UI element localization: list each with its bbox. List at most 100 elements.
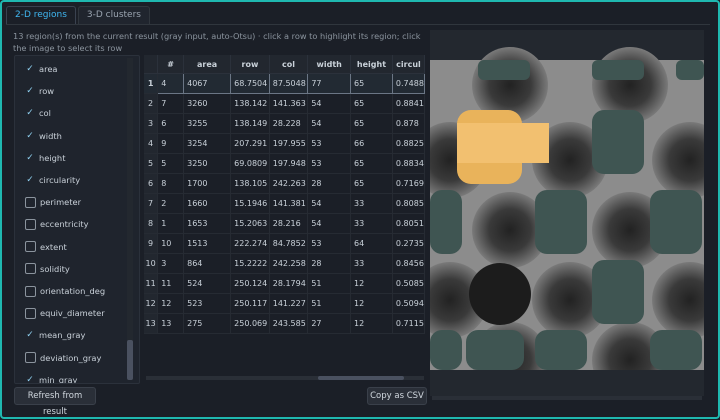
checkmark-icon[interactable]: ✓ [25, 86, 35, 96]
table-cell[interactable]: 28.228 [269, 113, 309, 134]
column-toggle-equiv-diameter[interactable]: equiv_diameter [25, 304, 105, 322]
table-cell[interactable]: 250.069 [230, 313, 270, 334]
table-cell[interactable]: 65 [350, 73, 393, 94]
column-toggle-min-gray[interactable]: ✓ min_gray [25, 371, 77, 383]
row-number[interactable]: 9 [144, 233, 159, 254]
table-cell[interactable]: 222.274 [230, 233, 270, 254]
table-horizontal-scrollbar[interactable] [146, 376, 424, 380]
table-cell[interactable]: 53 [307, 133, 352, 154]
column-toggle-row[interactable]: ✓ row [25, 82, 54, 100]
table-cell[interactable]: 8 [157, 173, 185, 194]
table-row[interactable]: 13 13 275 250.069 243.585 27 12 0.7115 [144, 313, 425, 334]
table-cell[interactable]: 197.955 [269, 133, 309, 154]
table-row[interactable]: 1 4 4067 68.7504 87.5048 77 65 0.7488 [144, 73, 425, 94]
table-cell[interactable]: 1653 [183, 213, 232, 234]
column-header-height[interactable]: height [350, 55, 393, 74]
column-toggle-eccentricity[interactable]: eccentricity [25, 215, 89, 233]
table-cell[interactable]: 0.7488 [391, 73, 425, 94]
column-header-col[interactable]: col [269, 55, 309, 74]
table-cell[interactable]: 28 [307, 173, 352, 194]
table-cell[interactable]: 138.149 [230, 113, 270, 134]
table-cell[interactable]: 33 [350, 213, 393, 234]
checkbox-icon[interactable] [25, 352, 36, 364]
table-cell[interactable]: 141.381 [269, 193, 309, 214]
table-cell[interactable]: 250.124 [230, 273, 270, 294]
table-cell[interactable]: 0.8456 [392, 253, 425, 274]
refresh-from-result-button[interactable]: Refresh from result [14, 387, 96, 417]
table-cell[interactable]: 275 [183, 313, 232, 334]
checkmark-icon[interactable]: ✓ [25, 375, 35, 383]
row-number[interactable]: 4 [144, 133, 159, 154]
table-cell[interactable]: 141.227 [269, 293, 309, 314]
column-toggle-circularity[interactable]: ✓ circularity [25, 171, 80, 189]
row-number[interactable]: 8 [144, 213, 159, 234]
table-cell[interactable]: 1 [157, 213, 185, 234]
column-toggle-height[interactable]: ✓ height [25, 149, 65, 167]
table-cell[interactable]: 28.1794 [269, 273, 309, 294]
table-cell[interactable]: 15.1946 [230, 193, 270, 214]
column-toggle-perimeter[interactable]: perimeter [25, 193, 81, 211]
table-cell[interactable]: 12 [350, 293, 393, 314]
row-number[interactable]: 5 [144, 153, 159, 174]
checkmark-icon[interactable]: ✓ [25, 153, 35, 163]
table-cell[interactable]: 3254 [183, 133, 232, 154]
table-cell[interactable]: 3260 [183, 93, 232, 114]
table-cell[interactable]: 138.105 [230, 173, 270, 194]
checkbox-icon[interactable] [25, 196, 36, 208]
checkmark-icon[interactable]: ✓ [25, 108, 35, 118]
tab-3d-clusters[interactable]: 3-D clusters [77, 6, 150, 25]
table-cell[interactable]: 4067 [183, 73, 232, 94]
row-number[interactable]: 2 [144, 93, 159, 114]
column-list-scroll-thumb[interactable] [127, 340, 133, 380]
column-toggle-area[interactable]: ✓ area [25, 60, 57, 78]
table-cell[interactable]: 0.8825 [392, 133, 425, 154]
table-cell[interactable]: 0.7115 [392, 313, 425, 334]
checkbox-icon[interactable] [25, 241, 36, 253]
table-cell[interactable]: 33 [350, 253, 393, 274]
table-cell[interactable]: 864 [183, 253, 232, 274]
checkmark-icon[interactable]: ✓ [25, 64, 35, 74]
row-number[interactable]: 6 [144, 173, 159, 194]
column-toggle-width[interactable]: ✓ width [25, 127, 62, 145]
column-toggle-deviation-gray[interactable]: deviation_gray [25, 349, 101, 367]
table-cell[interactable]: 524 [183, 273, 232, 294]
table-cell[interactable]: 65 [350, 113, 393, 134]
table-row[interactable]: 6 8 1700 138.105 242.263 28 65 0.7169 [144, 173, 425, 194]
column-header-width[interactable]: width [307, 55, 352, 74]
table-cell[interactable]: 53 [307, 233, 352, 254]
table-cell[interactable]: 68.7504 [230, 73, 270, 94]
table-cell[interactable]: 4 [157, 73, 185, 94]
checkbox-icon[interactable] [25, 263, 36, 275]
table-cell[interactable]: 0.8051 [392, 213, 425, 234]
table-cell[interactable]: 0.8841 [392, 93, 425, 114]
table-cell[interactable]: 3255 [183, 113, 232, 134]
table-cell[interactable]: 66 [350, 133, 393, 154]
table-cell[interactable]: 523 [183, 293, 232, 314]
table-cell[interactable]: 12 [350, 313, 393, 334]
table-cell[interactable]: 84.7852 [269, 233, 309, 254]
table-cell[interactable]: 250.117 [230, 293, 270, 314]
table-cell[interactable]: 1700 [183, 173, 232, 194]
table-cell[interactable]: 0.8085 [392, 193, 425, 214]
column-list-scrollbar[interactable] [127, 58, 133, 380]
table-cell[interactable]: 3 [157, 253, 185, 274]
segmentation-image[interactable] [412, 30, 720, 398]
table-cell[interactable]: 242.258 [269, 253, 309, 274]
table-cell[interactable]: 54 [307, 113, 352, 134]
table-cell[interactable]: 0.878 [392, 113, 425, 134]
table-row[interactable]: 11 11 524 250.124 28.1794 51 12 0.5085 [144, 273, 425, 294]
table-cell[interactable]: 13 [157, 313, 185, 334]
row-number[interactable]: 1 [144, 73, 159, 94]
table-cell[interactable]: 0.2735 [392, 233, 425, 254]
column-selector-list[interactable]: ✓ area ✓ row ✓ col ✓ width ✓ height ✓ circularity pe… [14, 55, 140, 384]
column-toggle-col[interactable]: ✓ col [25, 104, 51, 122]
table-cell[interactable]: 0.5094 [392, 293, 425, 314]
column-header-row[interactable]: row [230, 55, 270, 74]
table-cell[interactable]: 53 [307, 153, 352, 174]
table-cell[interactable]: 54 [307, 213, 352, 234]
table-cell[interactable]: 28 [307, 253, 352, 274]
table-cell[interactable]: 0.8834 [392, 153, 425, 174]
column-header-circul[interactable]: circul [392, 55, 425, 74]
tab-2d-regions[interactable]: 2-D regions [6, 6, 76, 25]
table-cell[interactable]: 54 [307, 193, 352, 214]
